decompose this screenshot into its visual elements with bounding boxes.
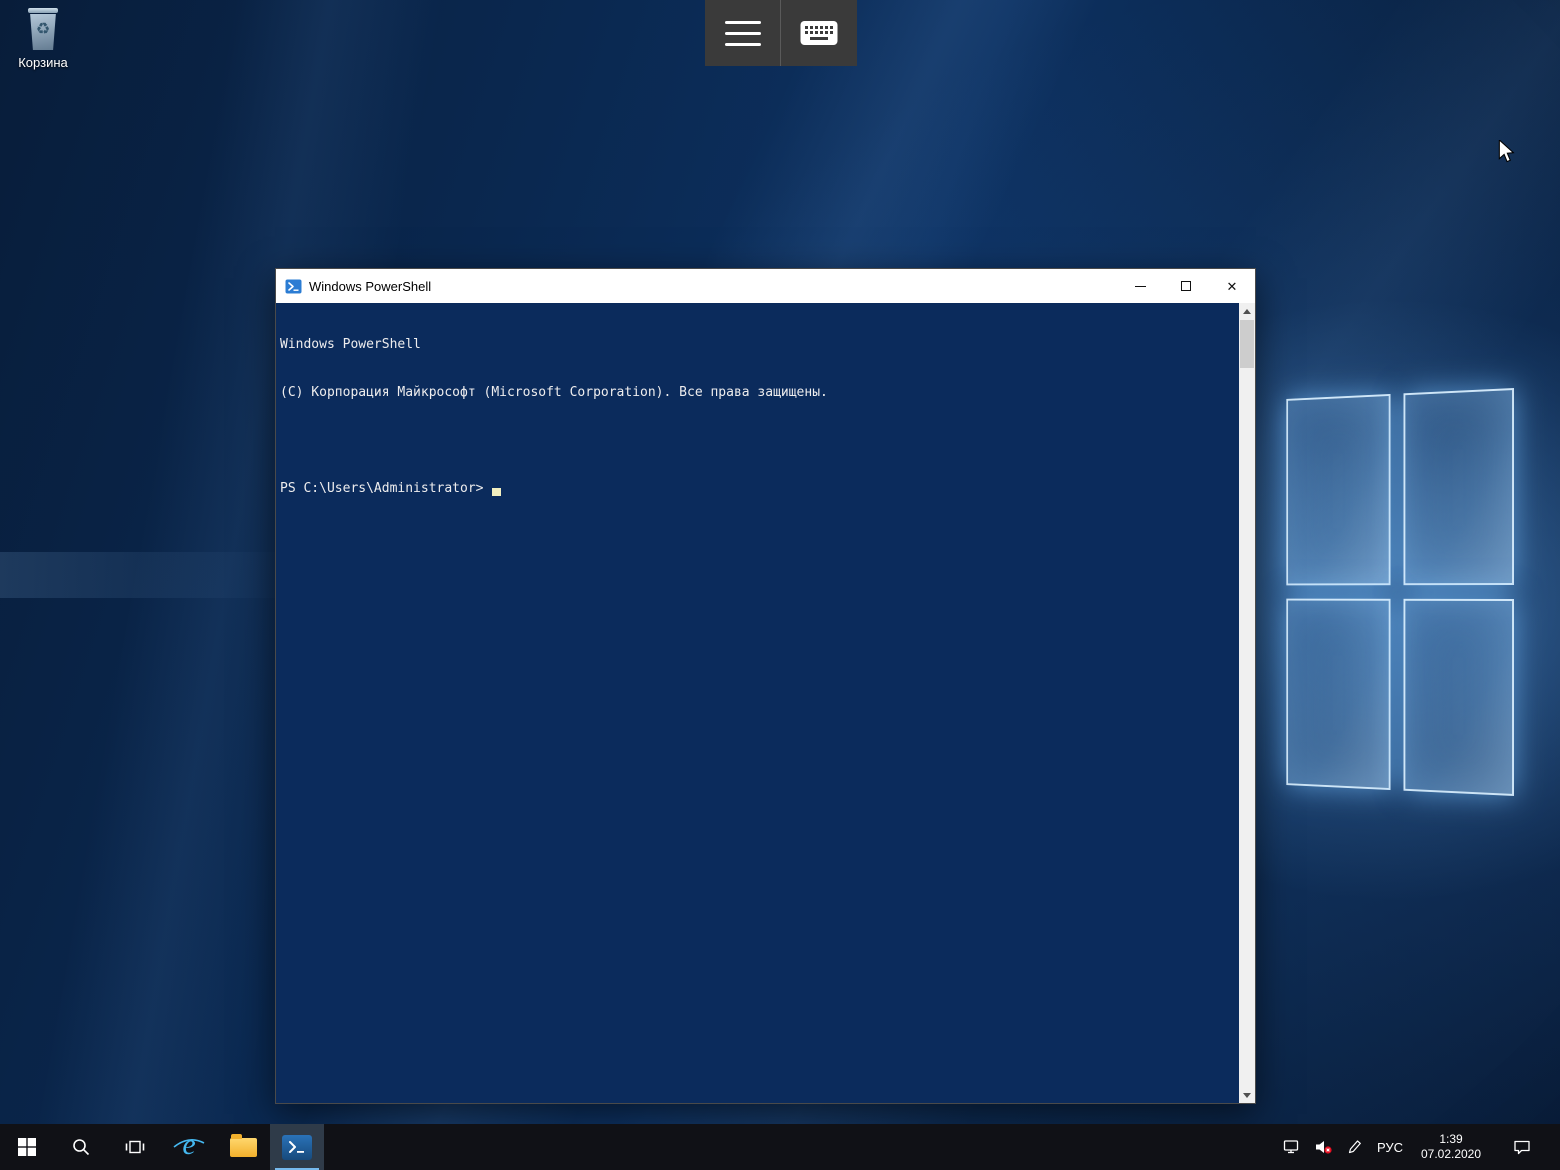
powershell-taskbar-button[interactable] [270,1124,324,1170]
scrollbar[interactable] [1239,303,1255,1103]
task-view-button[interactable] [108,1124,162,1170]
file-explorer-icon [230,1138,257,1157]
maximize-icon [1181,281,1191,291]
minimize-icon [1135,286,1146,287]
desktop-screen: ♻ Корзина Windows [0,0,1560,1170]
window-title: Windows PowerShell [309,279,431,294]
vm-keyboard-button[interactable] [781,0,857,66]
maximize-button[interactable] [1163,269,1209,303]
notification-bubble-icon [1513,1139,1531,1155]
windows-start-icon [18,1138,36,1156]
terminal-body[interactable]: Windows PowerShell (C) Корпорация Майкро… [276,303,1239,1103]
task-view-icon [125,1137,145,1157]
search-icon [71,1137,91,1157]
network-status-button[interactable] [1283,1139,1301,1155]
internet-explorer-button[interactable]: e [162,1124,216,1170]
minimize-button[interactable] [1117,269,1163,303]
windows-logo-pane [1286,599,1390,790]
terminal-cursor [492,488,501,496]
hamburger-icon [725,21,761,46]
vm-menu-button[interactable] [705,0,781,66]
windows-logo-glow [1286,388,1514,796]
pen-icon [1347,1139,1363,1155]
system-tray: РУС 1:39 07.02.2020 [1283,1124,1560,1170]
terminal-blank-line [280,433,1235,449]
scroll-down-button[interactable] [1239,1087,1255,1103]
recycle-bin-shortcut[interactable]: ♻ Корзина [10,6,76,70]
close-icon: ✕ [1227,280,1238,293]
search-button[interactable] [54,1124,108,1170]
language-indicator[interactable]: РУС [1377,1140,1403,1155]
windows-logo-pane [1403,599,1514,796]
title-bar[interactable]: Windows PowerShell ✕ [276,269,1255,303]
chevron-down-icon [1243,1093,1251,1098]
network-icon [1283,1139,1301,1155]
clock-date: 07.02.2020 [1417,1147,1485,1162]
recycle-bin-label: Корзина [10,55,76,70]
scrollbar-thumb[interactable] [1240,320,1254,368]
taskbar: e [0,1124,1560,1170]
terminal-line: (C) Корпорация Майкрософт (Microsoft Cor… [280,385,1235,401]
vm-console-toolbar [705,0,857,66]
internet-explorer-orbit [173,1137,205,1151]
powershell-icon [285,278,302,295]
close-button[interactable]: ✕ [1209,269,1255,303]
clock[interactable]: 1:39 07.02.2020 [1417,1132,1485,1162]
windows-logo-pane [1403,388,1514,585]
volume-muted-icon [1315,1139,1333,1155]
start-button[interactable] [0,1124,54,1170]
action-center-button[interactable] [1513,1139,1531,1155]
recycle-bin-icon: ♻ [24,6,62,52]
powershell-icon [282,1135,312,1160]
clock-time: 1:39 [1417,1132,1485,1147]
keyboard-icon [799,19,839,47]
wallpaper-light-band [0,552,300,598]
windows-logo-pane [1286,394,1390,585]
terminal-line: Windows PowerShell [280,337,1235,353]
terminal-prompt: PS C:\Users\Administrator> [280,481,484,497]
powershell-window: Windows PowerShell ✕ Windows PowerShell … [275,268,1256,1104]
volume-button[interactable] [1315,1139,1333,1155]
chevron-up-icon [1243,309,1251,314]
pen-workspace-button[interactable] [1347,1139,1363,1155]
file-explorer-button[interactable] [216,1124,270,1170]
scroll-up-button[interactable] [1239,303,1255,319]
